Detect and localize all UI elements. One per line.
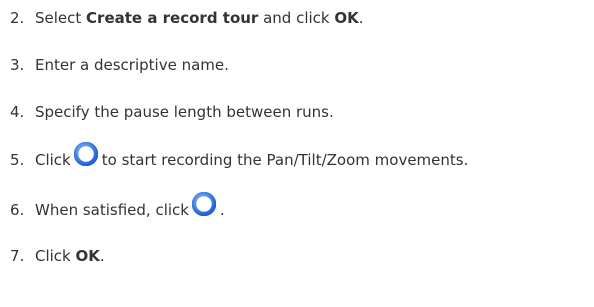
- step-number: 5.: [10, 151, 25, 169]
- step-text-part: Select: [35, 9, 87, 27]
- button-name: OK: [75, 247, 100, 265]
- step-text: Click OK.: [35, 241, 105, 271]
- step-2: 2. Select Create a record tour and click…: [10, 3, 364, 33]
- step-text: Specify the pause length between runs.: [35, 103, 334, 121]
- step-text: .: [219, 201, 225, 219]
- step-text-part: .: [358, 9, 364, 27]
- step-text: Click: [35, 151, 71, 169]
- step-text: Select Create a record tour and click OK…: [35, 3, 364, 33]
- button-name: OK: [334, 9, 359, 27]
- step-text-part: Click: [35, 247, 76, 265]
- stop-rounded-square-icon: [191, 192, 216, 216]
- step-number: 6.: [10, 201, 25, 219]
- step-text-part: .: [99, 247, 105, 265]
- step-number: 4.: [10, 103, 25, 121]
- step-3: 3. Enter a descriptive name.: [10, 50, 229, 80]
- step-text: to start recording the Pan/Tilt/Zoom mov…: [101, 151, 469, 169]
- step-number: 7.: [10, 247, 25, 265]
- step-text-part: and click: [258, 9, 335, 27]
- step-7: 7. Click OK.: [10, 241, 105, 271]
- step-6: 6. When satisfied, click .: [10, 192, 225, 225]
- option-name: Create a record tour: [86, 9, 259, 27]
- step-number: 3.: [10, 56, 25, 74]
- step-text: Enter a descriptive name.: [35, 56, 229, 74]
- step-4: 4. Specify the pause length between runs…: [10, 97, 334, 127]
- record-circle-icon: [73, 142, 98, 166]
- step-text: When satisfied, click: [35, 201, 189, 219]
- step-5: 5. Click to start recording the Pan/Tilt…: [10, 142, 469, 175]
- step-number: 2.: [10, 9, 25, 27]
